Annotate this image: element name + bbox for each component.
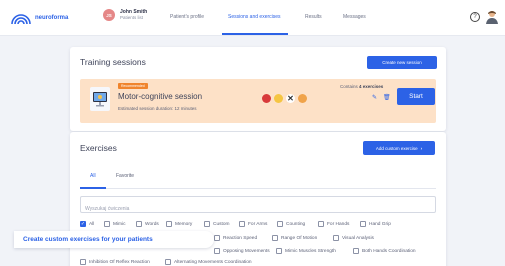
session-exercise-count: Contains 4 exercises [340,84,383,89]
tabs-divider [80,188,436,189]
filter-words[interactable]: Words [136,221,159,227]
top-navigation-bar: neuroforma JS John Smith Patients list P… [0,0,505,36]
checkbox-icon [136,221,142,227]
filter-range-of-motion[interactable]: Range Of Motion [272,235,317,241]
filter-counting[interactable]: Counting [277,221,305,227]
exercise-icon-4 [298,94,307,103]
promo-banner: Create custom exercises for your patient… [14,231,214,248]
tab-all[interactable]: All [90,173,96,179]
start-session-button[interactable]: Start [397,88,435,105]
session-name: Motor-cognitive session [118,92,203,101]
checkbox-icon [80,259,86,265]
brand-logo[interactable]: neuroforma [10,11,68,25]
add-custom-exercise-label: Add custom exercise [375,145,418,151]
checkbox-icon [272,235,278,241]
filter-label: Alternating Movements Coordination [174,259,252,265]
filter-label: Words [145,221,159,227]
checkbox-icon [318,221,324,227]
exercises-title: Exercises [80,143,117,153]
promo-banner-text: Create custom exercises for your patient… [23,236,153,243]
filter-alternating-movements-coordination[interactable]: Alternating Movements Coordination [165,259,252,265]
recommended-badge: Recommended [118,83,148,89]
filter-label: Counting [286,221,306,227]
exercise-icon-2 [274,94,283,103]
nav-patients-profile[interactable]: Patient's profile [170,14,204,20]
filter-label: Both Hands Coordination [362,248,416,254]
active-nav-indicator [222,33,288,35]
filter-opposing-movements[interactable]: Opposing Movements [214,248,270,254]
filter-label: Memory [175,221,193,227]
session-row[interactable]: Recommended Motor-cognitive session Esti… [80,79,436,123]
filter-mimic[interactable]: Mimic [104,221,126,227]
edit-session-icon[interactable]: ✎ [372,94,377,101]
filter-label: All [89,221,95,227]
filter-label: Mimic Muscles Strength [285,248,336,254]
neuroforma-logo-icon [11,14,31,25]
checkbox-icon [239,221,245,227]
exercise-search[interactable] [80,196,436,217]
filter-label: Opposing Movements [223,248,270,254]
add-custom-exercise-button[interactable]: Add custom exercise › [363,141,435,155]
patient-avatar: JS [103,9,115,21]
training-sessions-title: Training sessions [80,57,146,67]
filter-label: Inhibition Of Reflex Reaction [89,259,150,265]
session-thumbnail-icon [90,87,110,111]
checkbox-icon [333,235,339,241]
checkbox-icon [165,259,171,265]
checkbox-icon [353,248,359,254]
checkbox-icon [214,248,220,254]
checkbox-icon [204,221,210,227]
create-new-session-button[interactable]: Create new session [367,56,437,69]
filter-label: For Arms [248,221,268,227]
brand-name: neuroforma [35,15,69,21]
active-tab-indicator [80,187,106,189]
patient-selector[interactable]: JS John Smith Patients list [103,9,147,21]
help-icon[interactable]: ? [470,12,480,22]
user-avatar-icon[interactable] [486,10,498,24]
filter-reaction-speed[interactable]: Reaction Speed [214,235,257,241]
filter-memory[interactable]: Memory [166,221,192,227]
exercise-icon-3: ✕ [286,94,295,103]
checkbox-icon [166,221,172,227]
checkbox-icon [360,221,366,227]
checkbox-icon [276,248,282,254]
filter-for-hands[interactable]: For Hands [318,221,349,227]
contains-count: 4 exercises [359,84,384,89]
session-duration: Estimated session duration: 12 minutes [118,106,197,111]
nav-messages[interactable]: Messages [343,14,366,20]
checkbox-checked-icon: ✓ [80,221,86,227]
checkbox-icon [277,221,283,227]
filter-label: Range Of Motion [281,235,318,241]
filter-all[interactable]: ✓ All [80,221,94,227]
filter-label: Mimic [113,221,126,227]
exercise-icon-1 [262,94,271,103]
nav-results[interactable]: Results [305,14,322,20]
nav-sessions-and-exercises[interactable]: Sessions and exercises [228,14,281,20]
filter-for-arms[interactable]: For Arms [239,221,267,227]
checkbox-icon [214,235,220,241]
tab-favorite[interactable]: Favorite [116,173,134,179]
delete-session-icon[interactable]: 🗑 [383,94,391,101]
filter-hand-grip[interactable]: Hand Grip [360,221,391,227]
patients-list-link[interactable]: Patients list [120,15,147,21]
filter-label: Reaction Speed [223,235,258,241]
filter-both-hands-coordination[interactable]: Both Hands Coordination [353,248,416,254]
chevron-right-icon: › [420,145,423,151]
search-input[interactable] [81,201,435,217]
filter-inhibition-of-reflex-reaction[interactable]: Inhibition Of Reflex Reaction [80,259,150,265]
checkbox-icon [104,221,110,227]
filter-label: Custom [213,221,230,227]
filter-label: For Hands [327,221,350,227]
filter-label: Hand Grip [369,221,391,227]
filter-mimic-muscles-strength[interactable]: Mimic Muscles Strength [276,248,336,254]
filter-custom[interactable]: Custom [204,221,230,227]
filter-visual-analysis[interactable]: Visual Analysis [333,235,374,241]
filter-label: Visual Analysis [342,235,374,241]
contains-prefix: Contains [340,84,360,89]
